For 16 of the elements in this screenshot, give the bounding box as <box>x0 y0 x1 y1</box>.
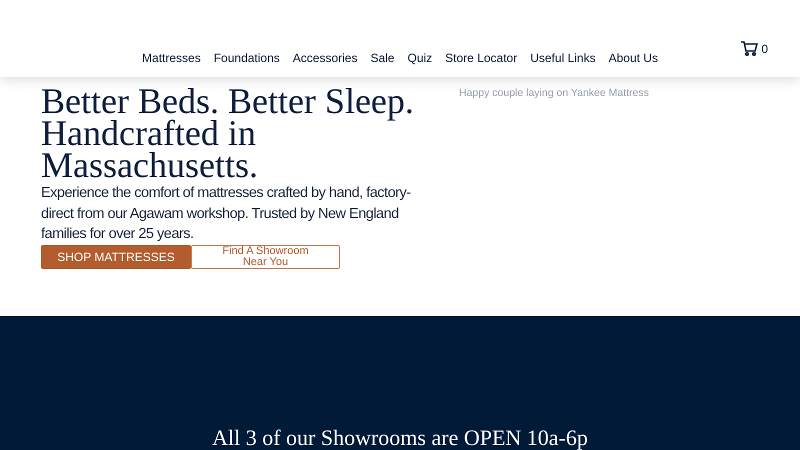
nav-link[interactable]: Quiz <box>407 51 432 65</box>
shop-mattresses-button[interactable]: SHOP MATTRESSES <box>41 244 191 268</box>
cart-icon[interactable] <box>741 41 758 56</box>
banner-heading: All 3 of our Showrooms are OPEN 10a-6p <box>212 426 588 450</box>
nav-link[interactable]: Sale <box>370 51 394 65</box>
hero-heading: Better Beds. Better Sleep. Handcrafted in Massachusetts. <box>41 85 415 181</box>
hero-description: Experience the comfort of mattresses crafted by hand, factory-direct from our Agawam workshop. Trusted by New England families for over 25 years. <box>41 184 412 244</box>
image-alt-text: Happy couple laying on Yankee Mattress <box>459 87 649 101</box>
nav-link[interactable]: Useful Links <box>530 51 596 65</box>
nav-link[interactable]: Foundations <box>214 51 280 65</box>
nav-link[interactable]: About Us <box>608 51 658 65</box>
nav-link[interactable]: Mattresses <box>142 51 201 65</box>
cart-count: 0 <box>761 42 768 56</box>
nav-link[interactable]: Store Locator <box>445 51 518 65</box>
find-showroom-button[interactable]: Find A Showroom Near You <box>191 244 340 268</box>
nav-link[interactable]: Accessories <box>292 51 358 65</box>
